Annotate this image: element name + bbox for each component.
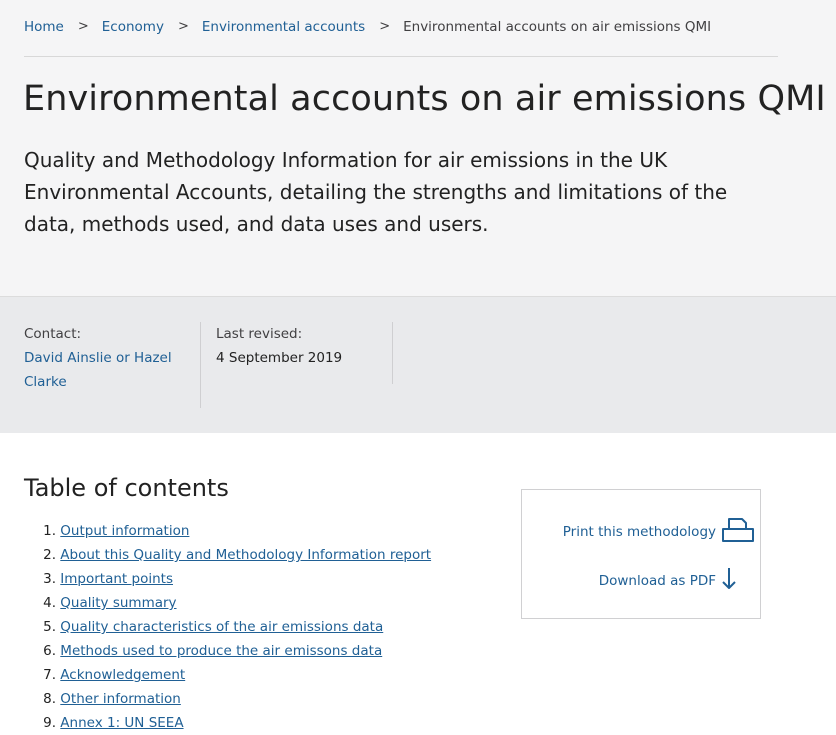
breadcrumb-divider xyxy=(24,56,778,57)
download-pdf-label: Download as PDF xyxy=(598,573,716,589)
toc-item-number: 2. xyxy=(43,547,56,563)
toc-link-methods-used[interactable]: Methods used to produce the air emissons… xyxy=(60,639,382,663)
toc-item: 4. Quality summary xyxy=(24,591,431,615)
toc-item-number: 3. xyxy=(43,571,56,587)
page-title: Environmental accounts on air emissions … xyxy=(23,79,826,119)
print-methodology-link[interactable]: Print this methodology xyxy=(563,516,756,548)
toc-item: 7. Acknowledgement xyxy=(24,663,431,687)
metadata-divider xyxy=(392,322,393,384)
toc-title: Table of contents xyxy=(24,474,229,502)
metadata-bar: Contact: David Ainslie or Hazel Clarke L… xyxy=(0,296,836,433)
breadcrumb-separator: > xyxy=(177,19,189,34)
last-revised-block: Last revised: 4 September 2019 xyxy=(216,322,386,370)
toc-item-number: 1. xyxy=(43,523,56,539)
toc-link-other-information[interactable]: Other information xyxy=(60,687,181,711)
toc-link-quality-summary[interactable]: Quality summary xyxy=(60,591,176,615)
toc-item: 9. Annex 1: UN SEEA xyxy=(24,711,431,735)
contact-block: Contact: David Ainslie or Hazel Clarke xyxy=(24,322,194,394)
last-revised-date: 4 September 2019 xyxy=(216,350,343,366)
toc-item: 2. About this Quality and Methodology In… xyxy=(24,543,431,567)
download-pdf-link[interactable]: Download as PDF xyxy=(599,566,738,596)
toc-link-output-information[interactable]: Output information xyxy=(60,519,189,543)
metadata-divider xyxy=(200,322,201,408)
toc-link-about-report[interactable]: About this Quality and Methodology Infor… xyxy=(60,543,431,567)
page-actions-panel: Print this methodology Download as PDF xyxy=(521,489,761,619)
download-arrow-icon xyxy=(720,566,738,596)
last-revised-label: Last revised: xyxy=(216,326,303,342)
toc-item: 3. Important points xyxy=(24,567,431,591)
toc-item: 8. Other information xyxy=(24,687,431,711)
toc-item-number: 5. xyxy=(43,619,56,635)
toc-link-annex-un-seea[interactable]: Annex 1: UN SEEA xyxy=(60,711,183,735)
page-summary: Quality and Methodology Information for … xyxy=(24,148,728,236)
print-methodology-label: Print this methodology xyxy=(562,524,716,540)
breadcrumb-economy-link[interactable]: Economy xyxy=(102,17,164,37)
breadcrumb-separator: > xyxy=(77,19,89,34)
printer-icon xyxy=(720,516,756,548)
breadcrumb-environmental-accounts-link[interactable]: Environmental accounts xyxy=(202,17,365,37)
table-of-contents: 1. Output information 2. About this Qual… xyxy=(24,519,431,735)
breadcrumb: Home > Economy > Environmental accounts … xyxy=(24,17,711,37)
toc-item-number: 6. xyxy=(43,643,56,659)
contact-link[interactable]: David Ainslie or Hazel Clarke xyxy=(24,350,172,390)
toc-link-quality-characteristics[interactable]: Quality characteristics of the air emiss… xyxy=(60,615,383,639)
toc-item-number: 4. xyxy=(43,595,56,611)
toc-item-number: 8. xyxy=(43,691,56,707)
toc-item: 1. Output information xyxy=(24,519,431,543)
toc-link-important-points[interactable]: Important points xyxy=(60,567,173,591)
toc-link-acknowledgement[interactable]: Acknowledgement xyxy=(60,663,185,687)
breadcrumb-separator: > xyxy=(379,19,391,34)
toc-item: 5. Quality characteristics of the air em… xyxy=(24,615,431,639)
breadcrumb-current-page: Environmental accounts on air emissions … xyxy=(403,19,712,35)
main-content: Table of contents 1. Output information … xyxy=(0,433,836,731)
toc-item-number: 7. xyxy=(43,667,56,683)
toc-item-number: 9. xyxy=(43,715,56,731)
breadcrumb-home-link[interactable]: Home xyxy=(24,17,64,37)
contact-label: Contact: xyxy=(24,326,82,342)
page-header: Home > Economy > Environmental accounts … xyxy=(0,0,836,296)
toc-item: 6. Methods used to produce the air emiss… xyxy=(24,639,431,663)
